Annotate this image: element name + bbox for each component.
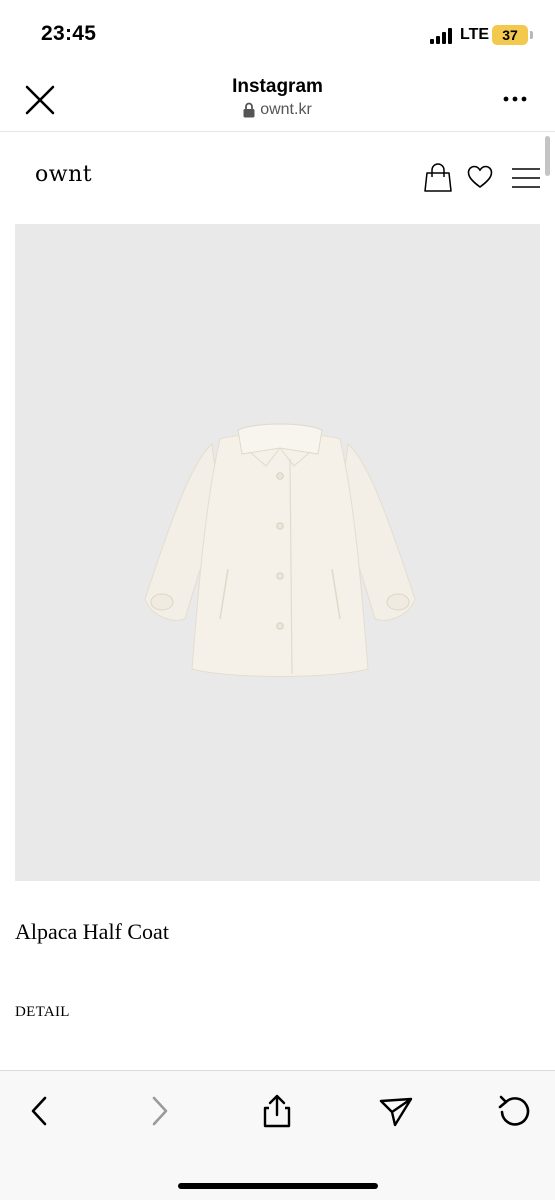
browser-header: Instagram ownt.kr bbox=[0, 70, 555, 132]
coat-image bbox=[144, 423, 416, 677]
lock-icon bbox=[243, 102, 255, 118]
shopping-bag-icon[interactable] bbox=[424, 162, 452, 192]
hamburger-menu-icon[interactable] bbox=[511, 167, 541, 189]
reload-icon[interactable] bbox=[497, 1093, 533, 1129]
site-logo[interactable]: ownt bbox=[35, 162, 92, 187]
browser-title: Instagram bbox=[232, 76, 323, 97]
site-nav: ownt bbox=[0, 132, 555, 224]
product-name: Alpaca Half Coat bbox=[15, 919, 169, 944]
header-center: Instagram ownt.kr bbox=[140, 76, 415, 123]
back-icon[interactable] bbox=[22, 1093, 58, 1129]
status-time: 23:45 bbox=[41, 22, 97, 45]
forward-icon[interactable] bbox=[141, 1093, 177, 1129]
home-indicator bbox=[178, 1183, 378, 1189]
more-icon[interactable] bbox=[502, 92, 528, 106]
close-icon[interactable] bbox=[22, 82, 58, 118]
browser-url: ownt.kr bbox=[260, 101, 312, 118]
scrollbar[interactable] bbox=[545, 136, 550, 176]
battery-level: 37 bbox=[502, 27, 518, 43]
network-label: LTE bbox=[460, 26, 490, 43]
share-icon[interactable] bbox=[259, 1093, 295, 1129]
status-bar: 23:45 LTE 37 bbox=[0, 0, 555, 70]
url-row: ownt.kr bbox=[243, 101, 312, 119]
heart-icon[interactable] bbox=[467, 165, 493, 189]
bottom-toolbar bbox=[0, 1070, 555, 1200]
signal-icon bbox=[430, 28, 456, 44]
battery-icon: 37 bbox=[492, 25, 528, 45]
battery-tip bbox=[530, 31, 533, 39]
detail-link[interactable]: DETAIL bbox=[15, 1004, 70, 1021]
product-image[interactable] bbox=[15, 224, 540, 881]
send-icon[interactable] bbox=[378, 1093, 414, 1129]
